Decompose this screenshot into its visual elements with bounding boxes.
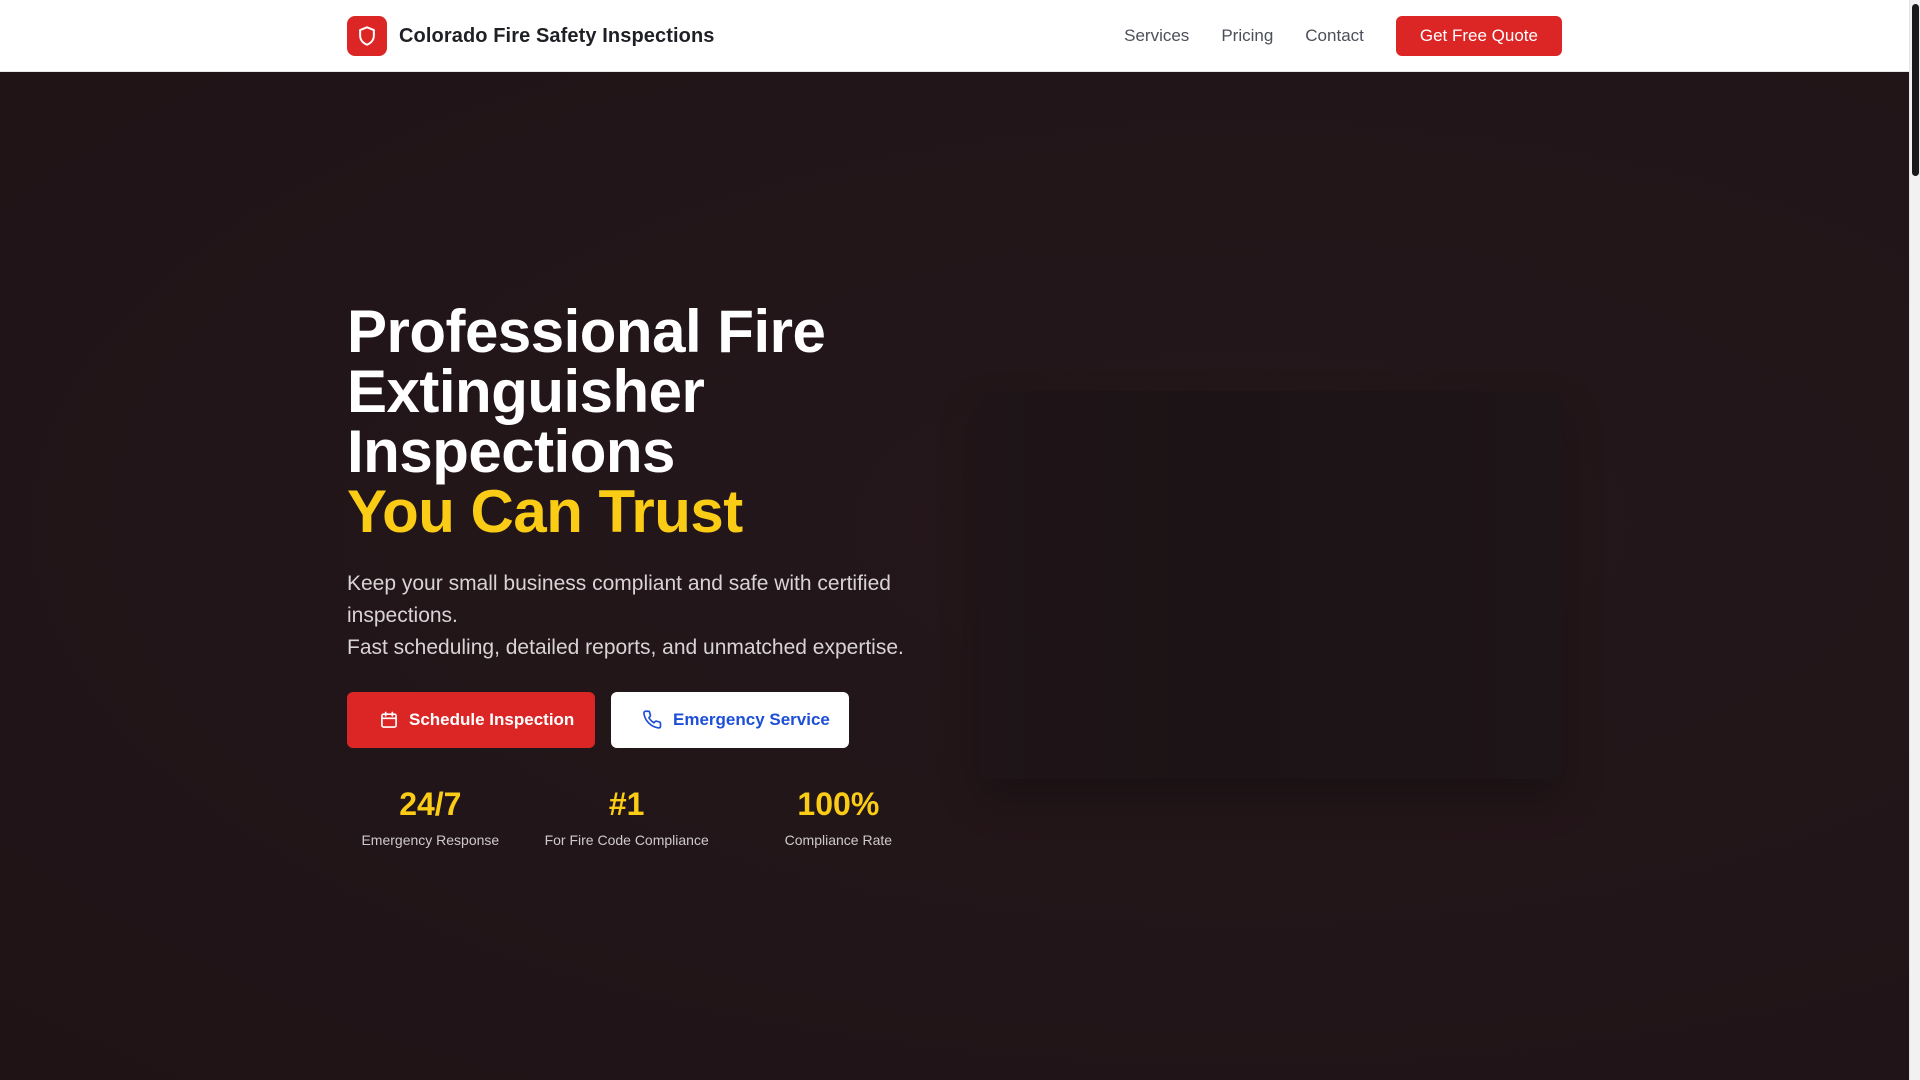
hero-title-line: Professional Fire xyxy=(347,298,826,365)
hero-title-line: Extinguisher xyxy=(347,358,705,425)
stat-emergency-response: 24/7 Emergency Response xyxy=(347,786,514,848)
hero-stats: 24/7 Emergency Response #1 For Fire Code… xyxy=(347,786,937,848)
nav-link-services[interactable]: Services xyxy=(1124,26,1189,46)
hero-title-accent: You Can Trust xyxy=(347,478,743,545)
stat-fire-code-compliance: #1 For Fire Code Compliance xyxy=(514,786,740,848)
shield-icon xyxy=(347,16,387,56)
nav-link-contact[interactable]: Contact xyxy=(1305,26,1364,46)
stat-label: Emergency Response xyxy=(361,832,500,848)
stat-compliance-rate: 100% Compliance Rate xyxy=(740,786,937,848)
hero-subtitle-line: Fast scheduling, detailed reports, and u… xyxy=(347,636,904,659)
hero-subtitle-line: inspections. xyxy=(347,604,458,627)
phone-icon xyxy=(643,710,663,730)
stat-value: 24/7 xyxy=(399,786,462,822)
site-header: Colorado Fire Safety Inspections Service… xyxy=(0,0,1909,72)
stat-value: 100% xyxy=(797,786,880,822)
calendar-icon xyxy=(379,710,399,730)
brand[interactable]: Colorado Fire Safety Inspections xyxy=(347,16,715,56)
hero-section: Professional Fire Extinguisher Inspectio… xyxy=(0,72,1909,1080)
schedule-inspection-label: Schedule Inspection xyxy=(409,710,575,729)
brand-name: Colorado Fire Safety Inspections xyxy=(399,24,715,47)
hero-content: Professional Fire Extinguisher Inspectio… xyxy=(347,302,937,848)
hero-subtitle: Keep your small business compliant and s… xyxy=(347,568,937,664)
hero-title-line: Inspections xyxy=(347,418,675,485)
page-scrollbar[interactable] xyxy=(1909,0,1920,1080)
hero-cta-row: Schedule Inspection Emergency Service xyxy=(347,692,937,748)
stat-label: Compliance Rate xyxy=(784,832,893,848)
nav-link-pricing[interactable]: Pricing xyxy=(1221,26,1273,46)
get-free-quote-button[interactable]: Get Free Quote xyxy=(1395,16,1562,56)
stat-value: #1 xyxy=(608,786,645,822)
emergency-service-label: Emergency Service xyxy=(673,710,830,729)
stat-label: For Fire Code Compliance xyxy=(544,832,709,848)
hero-subtitle-line: Keep your small business compliant and s… xyxy=(347,572,891,595)
hero-image-placeholder xyxy=(979,391,1563,779)
main-nav: Services Pricing Contact Get Free Quote xyxy=(1124,16,1562,56)
schedule-inspection-button[interactable]: Schedule Inspection xyxy=(347,692,595,748)
emergency-service-button[interactable]: Emergency Service xyxy=(611,692,849,748)
hero-title: Professional Fire Extinguisher Inspectio… xyxy=(347,302,937,542)
scrollbar-thumb[interactable] xyxy=(1912,4,1919,176)
